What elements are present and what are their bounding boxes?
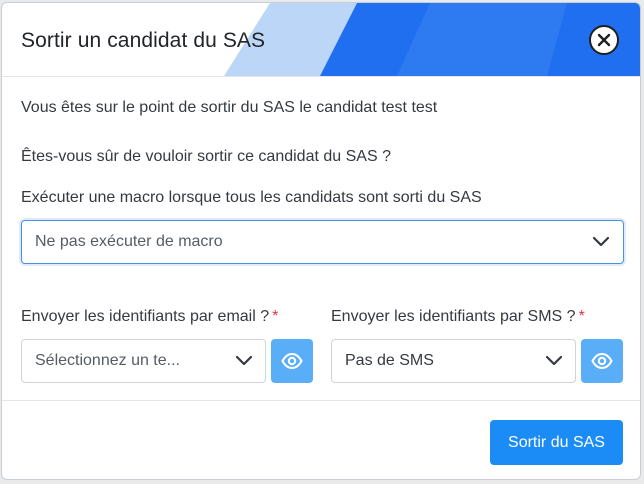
modal-title: Sortir un candidat du SAS	[21, 29, 266, 52]
macro-select-value: Ne pas exécuter de macro	[35, 233, 223, 250]
email-select-value: Sélectionnez un te...	[35, 352, 180, 369]
email-required-mark: *	[272, 308, 279, 325]
eye-icon	[281, 353, 303, 369]
info-text: Vous êtes sur le point de sortir du SAS …	[21, 99, 438, 116]
email-label: Envoyer les identifiants par email ? *	[21, 308, 278, 326]
close-icon	[597, 33, 611, 47]
close-button[interactable]	[589, 25, 619, 55]
macro-label: Exécuter une macro lorsque tous les cand…	[21, 189, 482, 206]
email-template-select[interactable]: Sélectionnez un te...	[21, 339, 266, 383]
modal-header: Sortir un candidat du SAS	[2, 3, 640, 77]
sms-required-mark: *	[578, 308, 585, 325]
email-preview-button[interactable]	[271, 339, 313, 383]
eye-icon	[591, 353, 613, 369]
sms-select-value: Pas de SMS	[345, 352, 434, 369]
chevron-down-icon	[592, 236, 610, 247]
sms-preview-button[interactable]	[581, 339, 623, 383]
email-label-text: Envoyer les identifiants par email ?	[21, 308, 270, 325]
exit-sas-modal: Sortir un candidat du SAS Vous êtes sur …	[1, 2, 641, 480]
footer-divider	[2, 400, 640, 401]
sms-label-text: Envoyer les identifiants par SMS ?	[331, 308, 576, 325]
macro-select[interactable]: Ne pas exécuter de macro	[21, 220, 624, 264]
chevron-down-icon	[235, 355, 253, 366]
exit-sas-button[interactable]: Sortir du SAS	[490, 420, 623, 465]
sms-select[interactable]: Pas de SMS	[331, 339, 576, 383]
chevron-down-icon	[545, 355, 563, 366]
confirm-text: Êtes-vous sûr de vouloir sortir ce candi…	[21, 148, 391, 165]
sms-label: Envoyer les identifiants par SMS ? *	[331, 308, 585, 326]
